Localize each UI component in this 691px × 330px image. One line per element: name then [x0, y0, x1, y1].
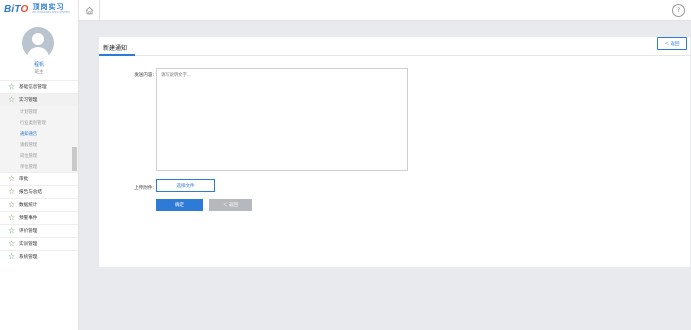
sidebar-item-report[interactable]: ☆ 报告与总结	[0, 185, 78, 198]
star-icon: ☆	[8, 213, 16, 222]
home-icon	[85, 6, 93, 14]
star-icon: ☆	[8, 200, 16, 209]
avatar[interactable]	[22, 27, 54, 59]
star-icon: ☆	[8, 82, 16, 91]
avatar-body	[27, 47, 49, 59]
user-name[interactable]: 程帆	[0, 61, 78, 68]
page-title: 新建通知	[103, 45, 128, 52]
sidebar-item-basic-info[interactable]: ☆ 基础信息管理	[0, 80, 78, 93]
title-underline	[99, 54, 135, 56]
sidebar-item-evaluation[interactable]: ☆ 评价管理	[0, 224, 78, 237]
attachment-label: 上传附件:	[134, 186, 154, 191]
sidebar-item-label: 评价管理	[19, 229, 38, 234]
sidebar-item-label: 基础信息管理	[19, 85, 47, 90]
logo-mark: BiTO	[4, 3, 29, 15]
sidebar-item-statistics[interactable]: ☆ 数据统计	[0, 198, 78, 211]
back-button[interactable]: ＜ 返回	[209, 199, 252, 211]
sidebar-subitem-leave[interactable]: 请假管理	[0, 139, 78, 150]
sidebar-item-alerts[interactable]: ☆ 预警事件	[0, 211, 78, 224]
sidebar-item-approval[interactable]: ☆ 审批	[0, 172, 78, 185]
content-label: 发送内容:	[134, 73, 154, 78]
star-icon: ☆	[8, 239, 16, 248]
sidebar: BiTO 顶岗实习 BIT DINGGANG SHIXI SYSTEM 程帆 班…	[0, 0, 79, 330]
choose-file-button[interactable]: 选择文件	[156, 179, 215, 192]
title-divider	[99, 55, 690, 56]
star-icon: ☆	[8, 95, 16, 104]
logo-text: 顶岗实习 BIT DINGGANG SHIXI SYSTEM	[32, 2, 70, 15]
sidebar-collapse-handle[interactable]	[72, 147, 77, 171]
main-panel: 新建通知 ＜ 返回 发送内容: 上传附件: 选择文件 确定 ＜ 返回	[99, 37, 690, 267]
sidebar-item-label: 实训管理	[19, 242, 38, 247]
sidebar-item-internship[interactable]: ☆ 实习管理	[0, 93, 78, 106]
user-role: 班主	[34, 70, 44, 75]
app-logo[interactable]: BiTO 顶岗实习 BIT DINGGANG SHIXI SYSTEM	[4, 3, 69, 15]
home-tab[interactable]	[79, 0, 100, 20]
sidebar-item-label: 系统管理	[19, 255, 38, 260]
logo-name-en: BIT DINGGANG SHIXI SYSTEM	[32, 10, 70, 14]
star-icon: ☆	[8, 226, 16, 235]
avatar-head	[32, 33, 44, 45]
star-icon: ☆	[8, 252, 16, 261]
sidebar-subitem-industry[interactable]: 行业类别管理	[0, 117, 78, 128]
star-icon: ☆	[8, 187, 16, 196]
sidebar-item-label: 审批	[19, 177, 29, 182]
content-textarea[interactable]	[156, 68, 408, 171]
sidebar-item-label: 报告与总结	[19, 190, 42, 195]
sidebar-item-label: 数据统计	[19, 203, 38, 208]
sidebar-item-label: 实习管理	[19, 98, 38, 103]
back-button-top[interactable]: ＜ 返回	[657, 37, 687, 50]
sidebar-subitem-plan[interactable]: 计划管理	[0, 106, 78, 117]
sidebar-subitem-notice[interactable]: 通知通告	[0, 128, 78, 139]
sidebar-subitem-post[interactable]: 岗位管理	[0, 150, 78, 161]
sidebar-subitem-company[interactable]: 单位管理	[0, 161, 78, 172]
help-icon[interactable]: ?	[672, 4, 685, 17]
sidebar-item-training[interactable]: ☆ 实训管理	[0, 237, 78, 250]
sidebar-item-label: 预警事件	[19, 216, 38, 221]
confirm-button[interactable]: 确定	[156, 199, 203, 211]
star-icon: ☆	[8, 174, 16, 183]
logo-name-cn: 顶岗实习	[32, 2, 65, 11]
top-bar: ?	[79, 0, 691, 21]
sidebar-menu: ☆ 基础信息管理 ☆ 实习管理 计划管理 行业类别管理 通知通告 请假管理 岗位…	[0, 80, 78, 263]
sidebar-item-system[interactable]: ☆ 系统管理	[0, 250, 78, 263]
